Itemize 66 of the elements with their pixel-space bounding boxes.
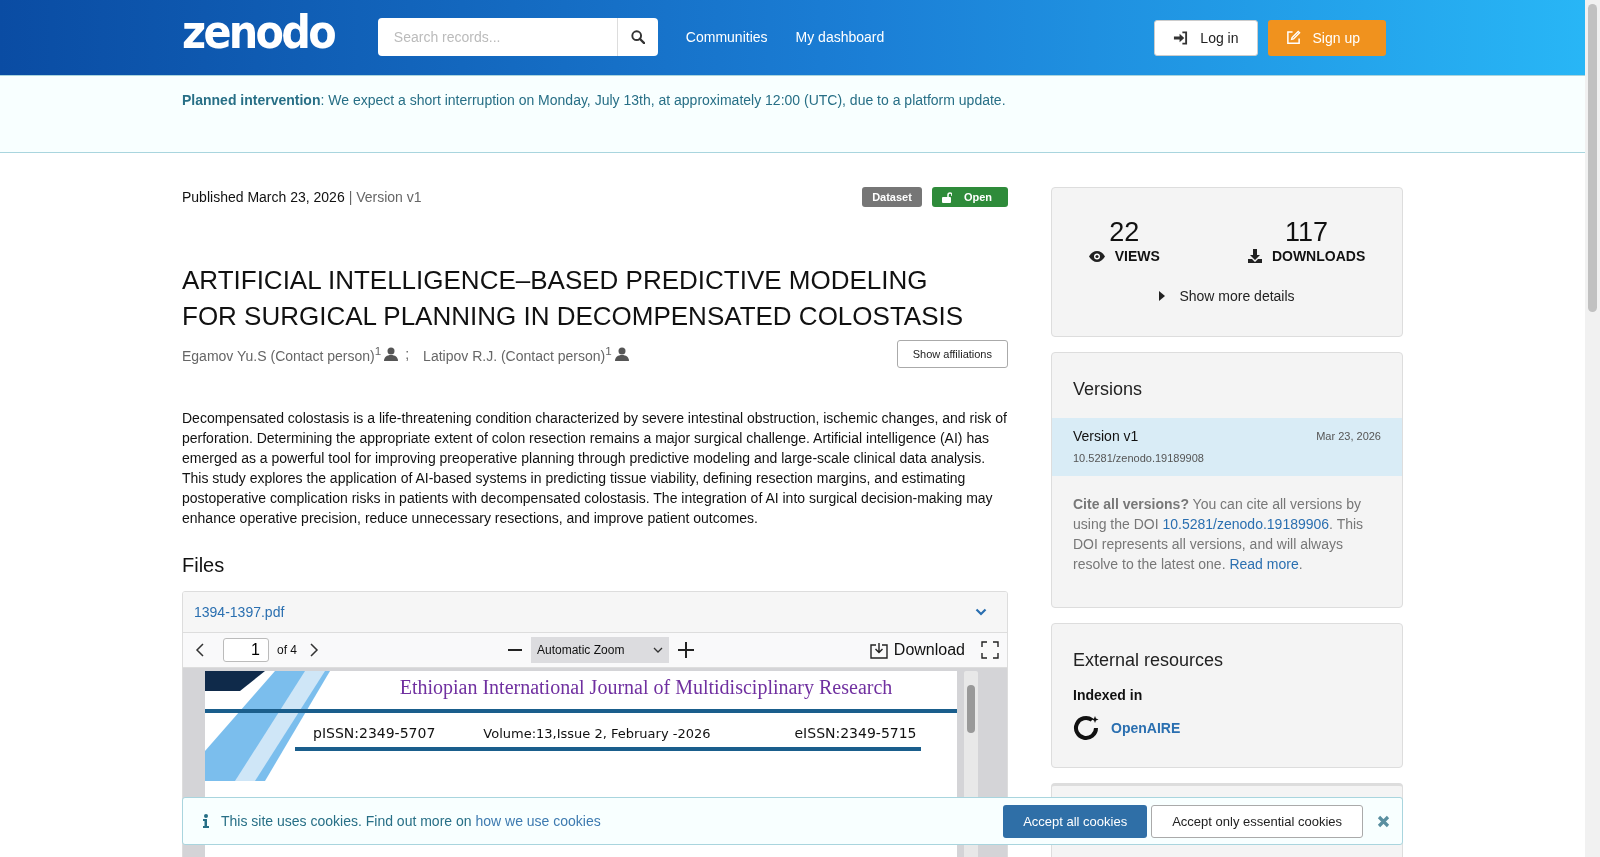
version-date: Mar 23, 2026 [1316, 430, 1381, 442]
nav-link[interactable]: My dashboard [795, 28, 885, 45]
page-count: of 4 [277, 643, 297, 657]
type-badge: Dataset [862, 187, 922, 207]
edit-icon [1285, 30, 1301, 45]
read-more-link[interactable]: Read more [1229, 556, 1299, 572]
cookie-text: This site uses cookies. Find out more on how we use cookies [221, 813, 601, 829]
stat-value: 117 [1285, 218, 1329, 246]
scrollbar-thumb[interactable] [967, 685, 975, 733]
person-icon [614, 347, 629, 361]
download-button[interactable]: Download [869, 641, 965, 659]
eissn-text: eISSN:2349-5715 [794, 725, 917, 741]
fullscreen-icon[interactable] [981, 641, 999, 659]
next-page-icon[interactable] [309, 642, 319, 658]
search-button[interactable] [616, 17, 658, 56]
accept-all-button[interactable]: Accept all cookies [1003, 804, 1148, 838]
search-icon [630, 29, 645, 44]
stat-label: DOWNLOADS [1271, 248, 1366, 264]
chevron-icon[interactable] [975, 608, 987, 616]
show-affiliations-button[interactable]: Show affiliations [896, 340, 1008, 368]
notice-text: Planned intervention: We expect a short interruption on Monday, July 13th, at approximately 12:00 (UTC), due to a platform update. [182, 91, 1007, 108]
author-link[interactable]: Egamov Yu.S (Contact person)$^{1}$ [182, 344, 382, 364]
nav-link[interactable]: Communities [685, 28, 768, 45]
author-link[interactable]: Latipov R.J. (Contact person)$^{1}$ [423, 344, 612, 364]
version-label: | Version v1 [348, 189, 422, 205]
download-icon [1247, 249, 1262, 263]
accept-essential-button[interactable]: Accept only essential cookies [1151, 804, 1363, 838]
external-resources-heading: External resources [1072, 649, 1225, 672]
zoom-in-icon[interactable] [677, 641, 695, 659]
page-number-field[interactable]: 1 [223, 638, 269, 662]
access-badge: Open [931, 187, 1008, 207]
show-more-details-link[interactable]: Show more details [1052, 288, 1402, 304]
info-icon [203, 814, 209, 828]
cite-text: Cite all versions? You can cite all versions by using the DOI 10.5281/zenodo.19189906. This DOI represents all versions, and will always resolve to the latest one. Read more. [1072, 495, 1365, 574]
search-field[interactable]: Search records... [377, 17, 617, 56]
journal-title: Ethiopian International Journal of Multidisciplinary Research [398, 675, 894, 699]
unlock-icon [941, 191, 952, 203]
caret-icon [653, 647, 663, 653]
person-icon [384, 347, 399, 361]
volume-text: Volume:13,Issue 2, February -2026 [483, 726, 711, 741]
zoom-select[interactable]: Automatic Zoom [531, 637, 669, 663]
publication-date: Published March 23, 2026 [182, 189, 345, 205]
stat-value: 22 [1109, 218, 1140, 246]
login-button[interactable]: Log in [1154, 19, 1258, 56]
version-label: Version v1 [1073, 428, 1139, 444]
author-separator: ; [405, 346, 410, 362]
eye-icon [1088, 250, 1105, 262]
indexed-link[interactable]: OpenAIRE [1111, 720, 1181, 736]
zenodo-logo[interactable]: zenodo [182, 8, 334, 55]
caret-icon [1159, 291, 1166, 301]
previous-page-icon[interactable] [195, 642, 205, 658]
cookie-policy-link[interactable]: how we use cookies [475, 813, 601, 829]
login-icon [1173, 30, 1189, 45]
stat-label: VIEWS [1114, 248, 1160, 264]
file-link[interactable]: 1394-1397.pdf [194, 604, 285, 620]
indexed-in-label: Indexed in [1072, 687, 1144, 703]
ring-logo-icon [1073, 715, 1099, 741]
files-heading: Files [182, 554, 226, 577]
download-icon [869, 641, 888, 659]
version-item[interactable]: Version v1 Mar 23, 2026 10.5281/zenodo.19189908 [1052, 418, 1402, 476]
pissn-text: pISSN:2349-5707 [313, 725, 436, 741]
abstract-text: Decompensated colostasis is a life-threatening condition characterized by severe intestinal obstruction, ischemic changes, and risk of perforation. Determining the appropriate extent of colon resection remains a major surgical challenge. Artificial intelligence (AI) has emerged as a powerful tool for improving preoperative planning through predictive modeling and large-scale clinical data analysis. This study explores the application of AI-based systems in predicting tissue viability, defining resection margins, and estimating postoperative complication risks in patients with decompensated colostasis. The integration of AI into surgical decision-making may enhance operative precision, reduce unnecessary resections, and improve patient outcomes. [182, 409, 1008, 528]
version-doi: 10.5281/zenodo.19189908 [1073, 452, 1205, 464]
record-title: ARTIFICIAL INTELLIGENCE–BASED PREDICTIVE MODELING FOR SURGICAL PLANNING IN DECOMPENSATED COLOSTASIS [182, 264, 965, 333]
close-icon[interactable] [1377, 814, 1390, 828]
versions-heading: Versions [1072, 378, 1144, 401]
